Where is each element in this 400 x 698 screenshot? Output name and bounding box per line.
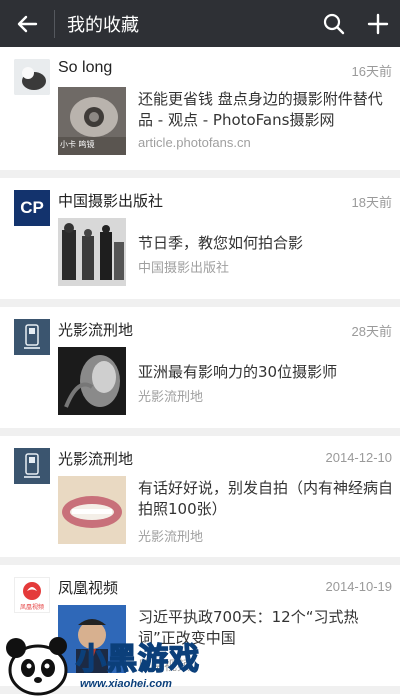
plus-icon: [367, 13, 389, 34]
site-watermark: 小黑游戏 www.xiaohei.com: [0, 630, 210, 698]
source-name: 凤凰视频: [58, 579, 119, 597]
article-source: 光影流刑地: [138, 529, 204, 544]
avatar: CP: [14, 190, 50, 226]
watermark-title: 小黑游戏: [75, 641, 200, 678]
timestamp: 18天前: [351, 195, 392, 210]
avatar: [14, 448, 50, 484]
panda-mascot-icon: [6, 637, 68, 696]
timestamp: 2014-12-10: [325, 450, 393, 465]
add-button[interactable]: [356, 0, 400, 47]
favorites-list: So long 16天前 小卡 鸣镜 还能更省钱 盘点身边的摄影附件替代品 - …: [0, 47, 400, 698]
timestamp: 28天前: [351, 324, 392, 339]
source-name: So long: [58, 59, 113, 76]
favorite-item[interactable]: 光影流刑地 28天前 亚洲最有影响力的30位摄影师 光影流刑地: [0, 307, 400, 436]
source-name: 光影流刑地: [58, 321, 134, 339]
timestamp: 16天前: [351, 64, 392, 79]
article-source: article.photofans.cn: [138, 135, 251, 150]
article-thumbnail: [58, 347, 126, 415]
back-arrow-icon: [17, 15, 38, 32]
article-thumbnail: 小卡 鸣镜: [58, 87, 126, 155]
avatar: [14, 59, 50, 95]
header-divider: [54, 9, 55, 38]
favorite-item[interactable]: CP 中国摄影出版社 18天前 节日季，教您如何拍合影 中国摄影出版社: [0, 178, 400, 307]
search-button[interactable]: [312, 0, 356, 47]
article-title: 节日季，教您如何拍合影: [138, 234, 304, 252]
source-name: 光影流刑地: [58, 450, 134, 468]
avatar: [14, 319, 50, 355]
favorite-item[interactable]: So long 16天前 小卡 鸣镜 还能更省钱 盘点身边的摄影附件替代品 - …: [0, 47, 400, 178]
avatar: 凤凰视频: [14, 577, 50, 613]
article-title: 亚洲最有影响力的30位摄影师: [138, 363, 338, 381]
source-name: 中国摄影出版社: [58, 192, 164, 210]
article-thumbnail: [58, 218, 126, 286]
search-icon: [323, 13, 345, 34]
article-source: 中国摄影出版社: [138, 260, 230, 275]
page-title: 我的收藏: [67, 14, 139, 36]
article-title: 有话好好说，别发自拍（内有神经病自拍照100张）: [138, 479, 394, 518]
back-button[interactable]: [0, 0, 54, 47]
timestamp: 2014-10-19: [325, 579, 393, 594]
thumbnail-caption: 小卡 鸣镜: [60, 140, 95, 149]
article-title: 还能更省钱 盘点身边的摄影附件替代品 - 观点 - PhotoFans摄影网: [138, 90, 383, 129]
avatar-logo-text: 凤凰视频: [19, 603, 44, 611]
favorite-item[interactable]: 光影流刑地 2014-12-10 有话好好说，别发自拍（内有神经病自拍照100张…: [0, 436, 400, 565]
top-bar: 我的收藏: [0, 0, 400, 47]
avatar-logo-text: CP: [20, 198, 44, 217]
article-thumbnail: [58, 476, 126, 544]
watermark-url: www.xiaohei.com: [80, 678, 172, 690]
article-source: 光影流刑地: [138, 389, 204, 404]
